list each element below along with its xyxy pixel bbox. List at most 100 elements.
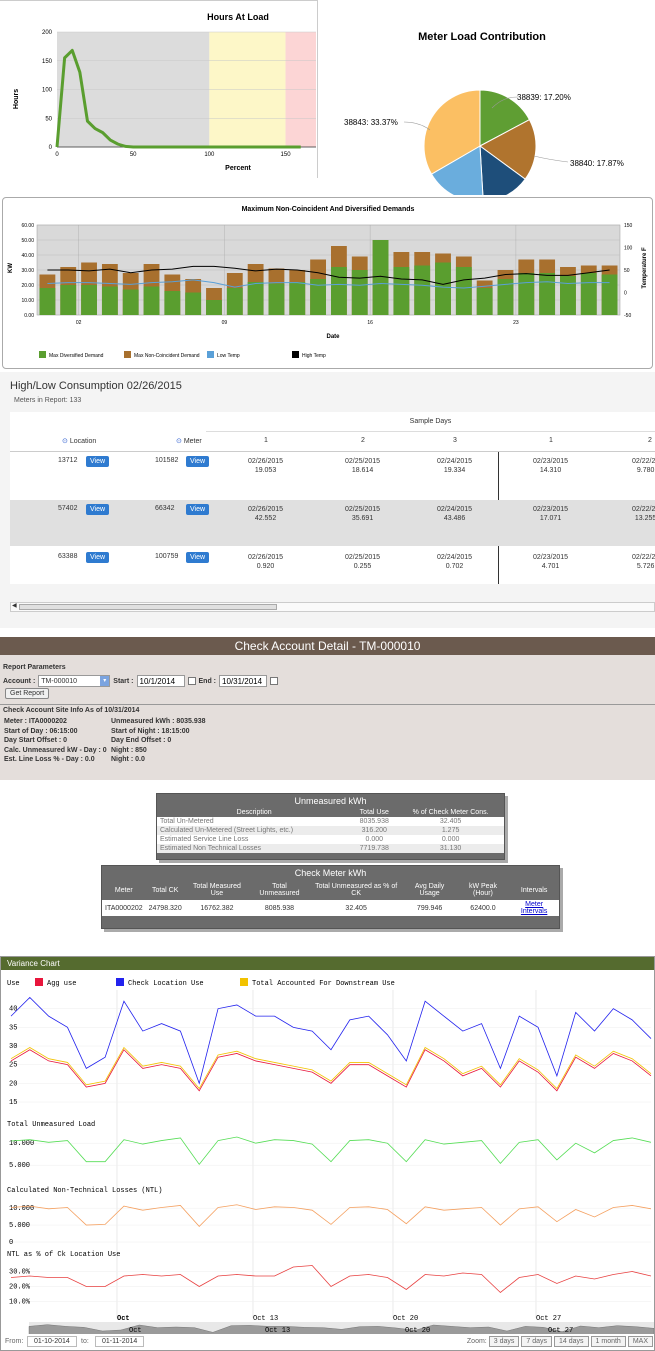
legend-swatch [35,978,43,986]
y-tick-label: 20 [9,1080,17,1088]
report-parameters-panel: Report Parameters Account : TM-000010 ▾ … [0,655,655,780]
pie-label-38839: 38839: 17.20% [517,93,571,102]
diversified-bar [393,267,410,315]
diversified-bar [351,270,368,315]
zoom-button[interactable]: 1 month [590,1336,626,1347]
percent-axis-label: Percent [225,165,251,172]
legend-label: Check Location Use [128,980,204,988]
temp-axis-label: Temperature F [642,247,648,289]
hours-at-load-chart: Hours At Load Hours Percent 200 150 100 50 0… [13,12,316,172]
col-total-use: Total Use [351,808,398,817]
end-label: End : [198,677,217,685]
downstream-use-line [10,1046,652,1090]
legend-label: Agg use [47,980,76,988]
sample-cell: 02/26/2015 42.552 [248,506,284,522]
view-location-button[interactable]: View [86,504,110,515]
legend-noncoincident: Max Non-Coincident Demand [134,353,200,359]
x-tick-label: Oct 13 [253,1315,278,1323]
y-tick-label: 20.00 [21,283,34,289]
diversified-bar [455,267,472,315]
unmeasured-kwh-table: Unmeasured kWh Description Total Use % o… [156,793,505,860]
y-tick-label: 50 [45,116,52,122]
y-tick-label: 40 [9,1006,17,1014]
from-date-input[interactable]: 01-10-2014 [27,1336,77,1347]
end-date-input[interactable] [219,675,268,687]
x-tick-label: Oct [117,1315,130,1323]
location-sort-header[interactable]: ⊙ Location [62,437,96,445]
panel-title: NTL as % of Ck Location Use [7,1251,120,1259]
diversified-bar [247,282,264,315]
sample-cell: 02/22/2013.255 [632,506,655,522]
sample-cell: 02/23/2015 17.071 [533,506,569,522]
diversified-bar [164,291,181,315]
scrollbar-thumb[interactable] [19,604,277,610]
meter-load-panel: Meter Load Contribution 38839: 17.20% 38… [322,0,655,203]
view-meter-button[interactable]: View [186,456,210,467]
start-date-input[interactable] [136,675,185,687]
sample-days-header: Sample Days [206,412,655,432]
y-tick-label: 15 [9,1099,17,1107]
meter-cell: 8085.938 [264,904,295,912]
sample-cell: 02/23/2015 14.310 [533,458,569,474]
table-row: 63388 View 100759 View 02/26/2015 0.920 02/25/… [10,548,655,594]
view-meter-button[interactable]: View [186,504,210,515]
pie-label-38843: 38843: 33.37% [344,118,398,127]
y-tick-label: 5.000 [9,1162,30,1170]
navigator-tick-label: Oct 13 [265,1327,290,1334]
account-select-value: TM-000010 [41,678,78,685]
zoom-controls: Zoom: 3 days 7 days 14 days 1 month MAX [467,1336,653,1347]
y-tick-label: 10.000 [9,1140,34,1148]
col-header: Total Unmeasured [249,880,310,900]
pct-cell: 31.130 [439,845,462,852]
column-headers: ⊙ Location ⊙ Meter 1 2 3 1 2 [10,432,655,452]
meter-cell: ITA0000202 [105,904,143,912]
diversified-bar [143,286,160,315]
site-info-line: Est. Line Loss % - Day : 0.0 [4,756,95,763]
col-header: Avg Daily Usage [402,880,457,900]
view-location-button[interactable]: View [86,456,110,467]
sample-cell: 02/24/2015 0.702 [437,554,473,570]
zoom-button[interactable]: 14 days [554,1336,589,1347]
zoom-button[interactable]: 3 days [488,1336,520,1347]
calendar-icon[interactable] [270,677,279,685]
diversified-bar [435,262,451,315]
y-tick-label: 25 [9,1062,17,1070]
calendar-icon[interactable] [187,677,196,685]
site-info-title: Check Account Site Info As of 10/31/2014 [3,707,140,714]
y-tick-label: 0 [49,145,53,151]
diversified-bar [476,288,493,315]
y-tick-label: 60.00 [21,223,34,229]
scroll-left-icon[interactable]: ◀ [12,602,17,609]
check-account-title: Check Account Detail - TM-000010 [0,637,655,655]
day-header: 1 [264,437,268,444]
meter-sort-header[interactable]: ⊙ Meter [176,437,202,445]
meter-cell: 799.946 [416,904,443,912]
zoom-button[interactable]: MAX [627,1336,653,1347]
y2-tick-label: 0 [624,291,627,297]
meter-intervals-link[interactable]: Meter Intervals [509,900,559,916]
demand-legend: Max Diversified Demand Max Non-Coinciden… [39,351,326,359]
horizontal-scrollbar[interactable]: ◀ [10,602,655,612]
x-tick-label: Oct 20 [393,1315,418,1323]
demand-panel: Maximum Non-Coincident And Diversified D… [2,197,653,369]
meter-id: 66342 [155,505,175,512]
variance-title: Variance Chart [1,957,654,970]
view-location-button[interactable]: View [86,552,110,563]
account-select[interactable]: TM-000010 ▾ [38,675,111,687]
col-header: Total Unmeasured as % of CK [309,880,403,900]
diversified-bar [206,300,222,315]
get-report-button[interactable]: Get Report [5,688,50,699]
meter-cell: 24798.320 [148,904,182,912]
unmeasured-load-line [10,1136,652,1165]
use-label: Use [7,980,20,988]
zoom-button[interactable]: 7 days [521,1336,552,1347]
diversified-bar [580,273,597,315]
day-header: 3 [453,437,457,444]
panel-title: Calculated Non-Technical Losses (NTL) [7,1187,162,1195]
total-use-cell: 316.200 [361,827,387,834]
view-meter-button[interactable]: View [186,552,210,563]
chevron-down-icon: ▾ [100,676,110,686]
sort-icon: ⊙ [62,438,68,445]
table-row: Estimated Non Technical Losses 7719.738 31… [157,844,504,853]
to-date-input[interactable]: 01-11-2014 [95,1336,145,1347]
